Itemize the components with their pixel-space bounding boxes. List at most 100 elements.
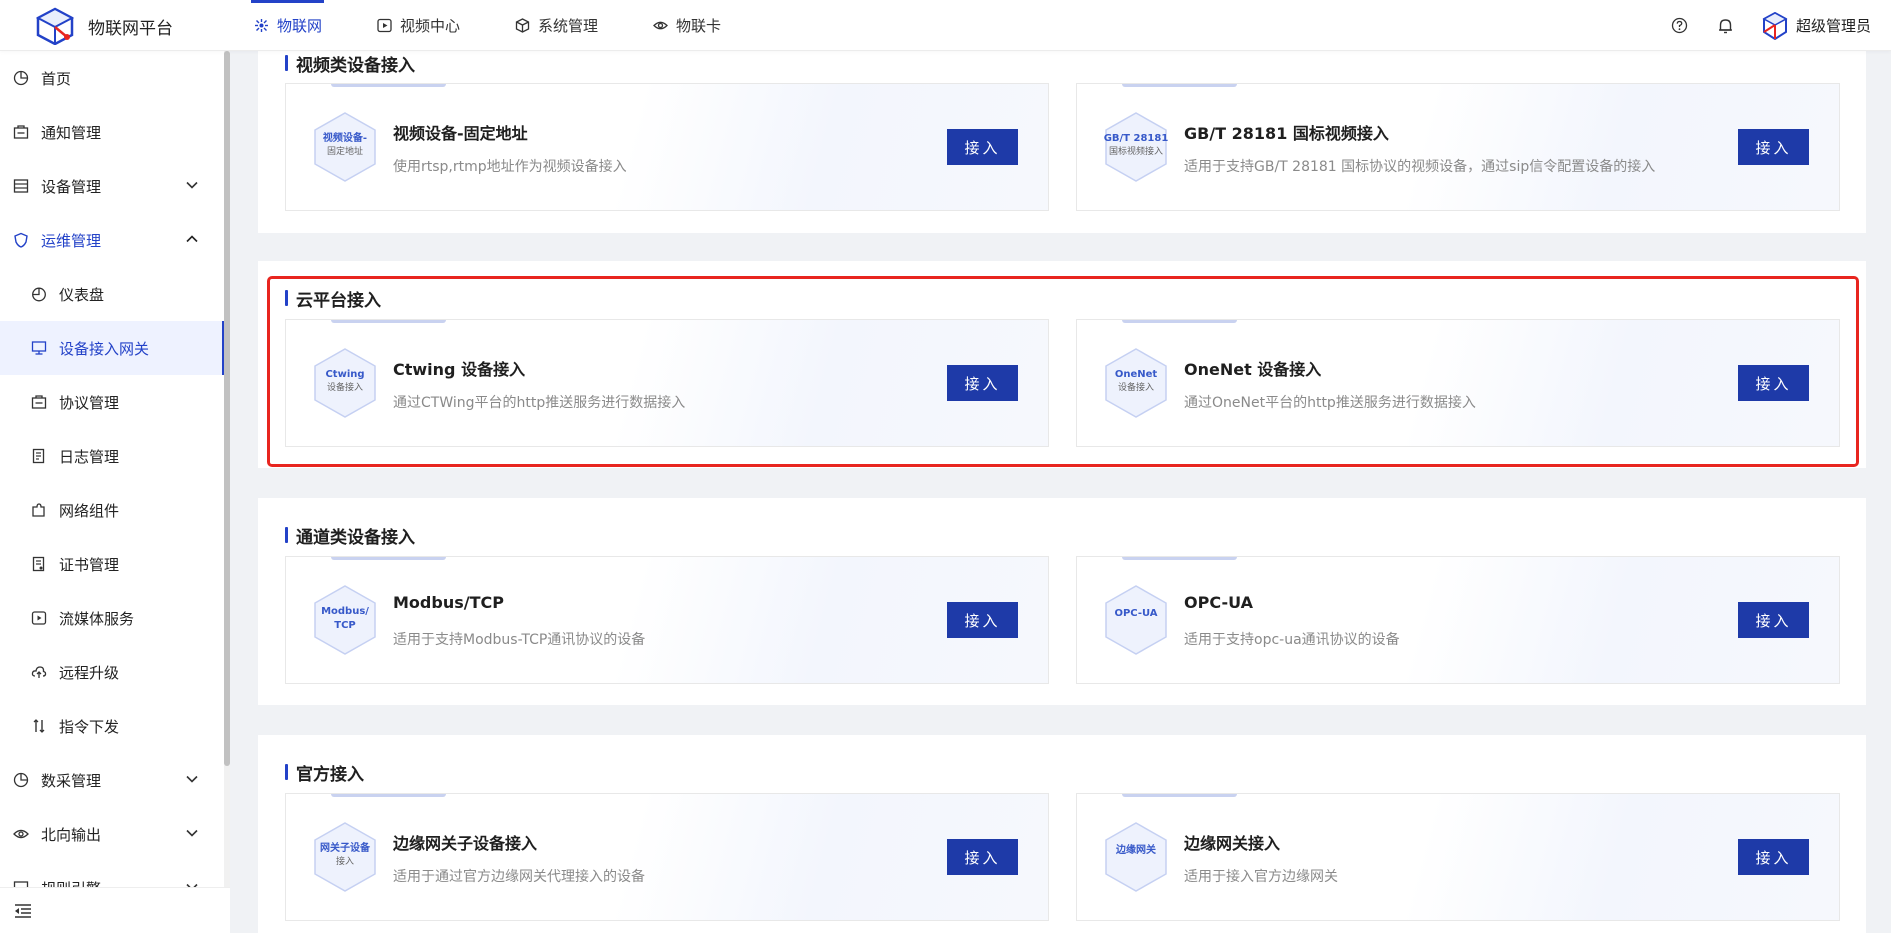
sidebar-item-commands[interactable]: 指令下发 (0, 699, 225, 753)
badge-text: GB/T 28181 (1103, 133, 1169, 144)
sidebar-item-protocols[interactable]: 协议管理 (0, 375, 225, 429)
monitor-icon (31, 340, 47, 356)
notice-icon (13, 124, 29, 140)
section-title-text: 视频类设备接入 (296, 55, 415, 76)
puzzle-icon (31, 502, 47, 518)
access-card: 网关子设备 接入 边缘网关子设备接入 适用于通过官方边缘网关代理接入的设备 接入 (285, 793, 1049, 921)
sidebar-item-certificates[interactable]: 证书管理 (0, 537, 225, 591)
sidebar-item-data-collection[interactable]: 数采管理 (0, 753, 225, 807)
sidebar-item-dashboard[interactable]: 仪表盘 (0, 267, 225, 321)
sidebar-item-devices[interactable]: 设备管理 (0, 159, 225, 213)
brand[interactable]: 物联网平台 (34, 7, 173, 45)
badge-text: OneNet (1114, 369, 1158, 380)
section-channel-access: 通道类设备接入 Modbus/ TCP Modbus/TCP 适用于支持Modb… (258, 498, 1866, 705)
card-description: 适用于支持Modbus-TCP通讯协议的设备 (393, 632, 646, 648)
chevron-down-icon (186, 829, 198, 837)
connect-button[interactable]: 接入 (947, 839, 1018, 875)
sidebar-item-northbound[interactable]: 北向输出 (0, 807, 225, 861)
hexagon-badge-icon: OneNet 设备接入 (1103, 347, 1169, 419)
badge-text: Modbus/ (321, 606, 369, 617)
connect-button[interactable]: 接入 (1738, 365, 1809, 401)
hexagon-badge-icon: GB/T 28181 国标视频接入 (1103, 111, 1169, 183)
chevron-down-icon (186, 883, 198, 887)
section-title-text: 官方接入 (296, 764, 364, 785)
nav-item-video[interactable]: 视频中心 (368, 0, 468, 51)
sidebar-item-label: 远程升级 (59, 663, 120, 682)
pie-icon (13, 70, 29, 86)
sidebar-item-label: 设备管理 (41, 177, 102, 196)
connect-button[interactable]: 接入 (947, 602, 1018, 638)
sidebar-item-label: 证书管理 (59, 555, 120, 574)
access-card: Modbus/ TCP Modbus/TCP 适用于支持Modbus-TCP通讯… (285, 556, 1049, 684)
section-title: 视频类设备接入 (285, 52, 415, 76)
title-bar (285, 290, 288, 306)
badge-text: 边缘网关 (1116, 845, 1156, 856)
card-description: 通过OneNet平台的http推送服务进行数据接入 (1184, 395, 1476, 411)
badge-text: OPC-UA (1114, 608, 1158, 619)
certificate-icon (31, 556, 47, 572)
nav-item-system[interactable]: 系统管理 (506, 0, 606, 51)
sidebar-item-operations[interactable]: 运维管理 (0, 213, 225, 267)
sidebar-item-label: 指令下发 (59, 717, 120, 736)
scrollbar-thumb[interactable] (224, 51, 230, 766)
main-nav: 物联网 视频中心 系统管理 物联卡 (245, 0, 767, 51)
sidebar-menu: 首页 通知管理 设备管理 运维管理 仪表盘 设备接入网关 协议管理 日志管理 网… (0, 51, 225, 887)
sidebar-item-label: 日志管理 (59, 447, 120, 466)
badge-subtext: TCP (334, 620, 356, 631)
protocol-icon (31, 394, 47, 410)
sidebar-item-label: 流媒体服务 (59, 609, 135, 628)
access-card: 视频设备- 固定地址 视频设备-固定地址 使用rtsp,rtmp地址作为视频设备… (285, 83, 1049, 211)
access-card: OneNet 设备接入 OneNet 设备接入 通过OneNet平台的http推… (1076, 319, 1840, 447)
card-title: Ctwing 设备接入 (393, 360, 526, 379)
sidebar-item-label: 仪表盘 (59, 285, 105, 304)
nav-item-iot[interactable]: 物联网 (245, 0, 330, 51)
sidebar-item-label: 通知管理 (41, 123, 102, 142)
section-title: 通道类设备接入 (285, 524, 415, 548)
connect-button[interactable]: 接入 (947, 365, 1018, 401)
sidebar-footer (0, 887, 230, 933)
nav-item-iot-card[interactable]: 物联卡 (644, 0, 729, 51)
sidebar-item-label: 数采管理 (41, 771, 102, 790)
connect-button[interactable]: 接入 (1738, 129, 1809, 165)
chevron-up-icon (186, 235, 198, 243)
access-card: Ctwing 设备接入 Ctwing 设备接入 通过CTWing平台的http推… (285, 319, 1049, 447)
sidebar-item-label: 首页 (41, 69, 72, 88)
user-name: 超级管理员 (1795, 17, 1871, 35)
dashboard-icon (31, 286, 47, 302)
sidebar-item-label: 规则引擎 (41, 878, 101, 888)
help-icon[interactable] (1670, 16, 1690, 36)
section-title-text: 通道类设备接入 (296, 527, 415, 548)
card-description: 适用于接入官方边缘网关 (1184, 869, 1338, 885)
sidebar-item-notifications[interactable]: 通知管理 (0, 105, 225, 159)
section-cloud-access: 云平台接入 Ctwing 设备接入 Ctwing 设备接入 通过CTWing平台… (258, 261, 1866, 468)
sidebar-item-streaming[interactable]: 流媒体服务 (0, 591, 225, 645)
access-card: 边缘网关 边缘网关接入 适用于接入官方边缘网关 接入 (1076, 793, 1840, 921)
user-menu[interactable]: 超级管理员 (1762, 11, 1871, 40)
access-card: GB/T 28181 国标视频接入 GB/T 28181 国标视频接入 适用于支… (1076, 83, 1840, 211)
card-description: 使用rtsp,rtmp地址作为视频设备接入 (393, 159, 627, 175)
play-icon (31, 610, 47, 626)
collapse-menu-icon[interactable] (14, 903, 32, 919)
card-title: 边缘网关接入 (1184, 834, 1281, 853)
eye-icon (652, 18, 668, 34)
sidebar-scrollbar[interactable] (224, 51, 230, 887)
sidebar-item-network-components[interactable]: 网络组件 (0, 483, 225, 537)
sidebar-item-logs[interactable]: 日志管理 (0, 429, 225, 483)
badge-text: Ctwing (325, 369, 365, 380)
sidebar-item-home[interactable]: 首页 (0, 51, 225, 105)
nav-item-label: 系统管理 (538, 17, 599, 35)
log-icon (31, 448, 47, 464)
command-icon (31, 718, 47, 734)
connect-button[interactable]: 接入 (1738, 839, 1809, 875)
bell-icon[interactable] (1716, 16, 1736, 36)
card-title: 视频设备-固定地址 (393, 124, 528, 143)
sidebar-item-gateway[interactable]: 设备接入网关 (0, 321, 225, 375)
badge-subtext: 固定地址 (326, 147, 363, 157)
connect-button[interactable]: 接入 (947, 129, 1018, 165)
nav-item-label: 物联卡 (676, 17, 722, 35)
sidebar-item-rules[interactable]: 规则引擎 (0, 861, 225, 887)
sidebar-item-ota[interactable]: 远程升级 (0, 645, 225, 699)
nav-item-label: 物联网 (277, 17, 323, 35)
connect-button[interactable]: 接入 (1738, 602, 1809, 638)
badge-subtext: 国标视频接入 (1108, 147, 1163, 157)
